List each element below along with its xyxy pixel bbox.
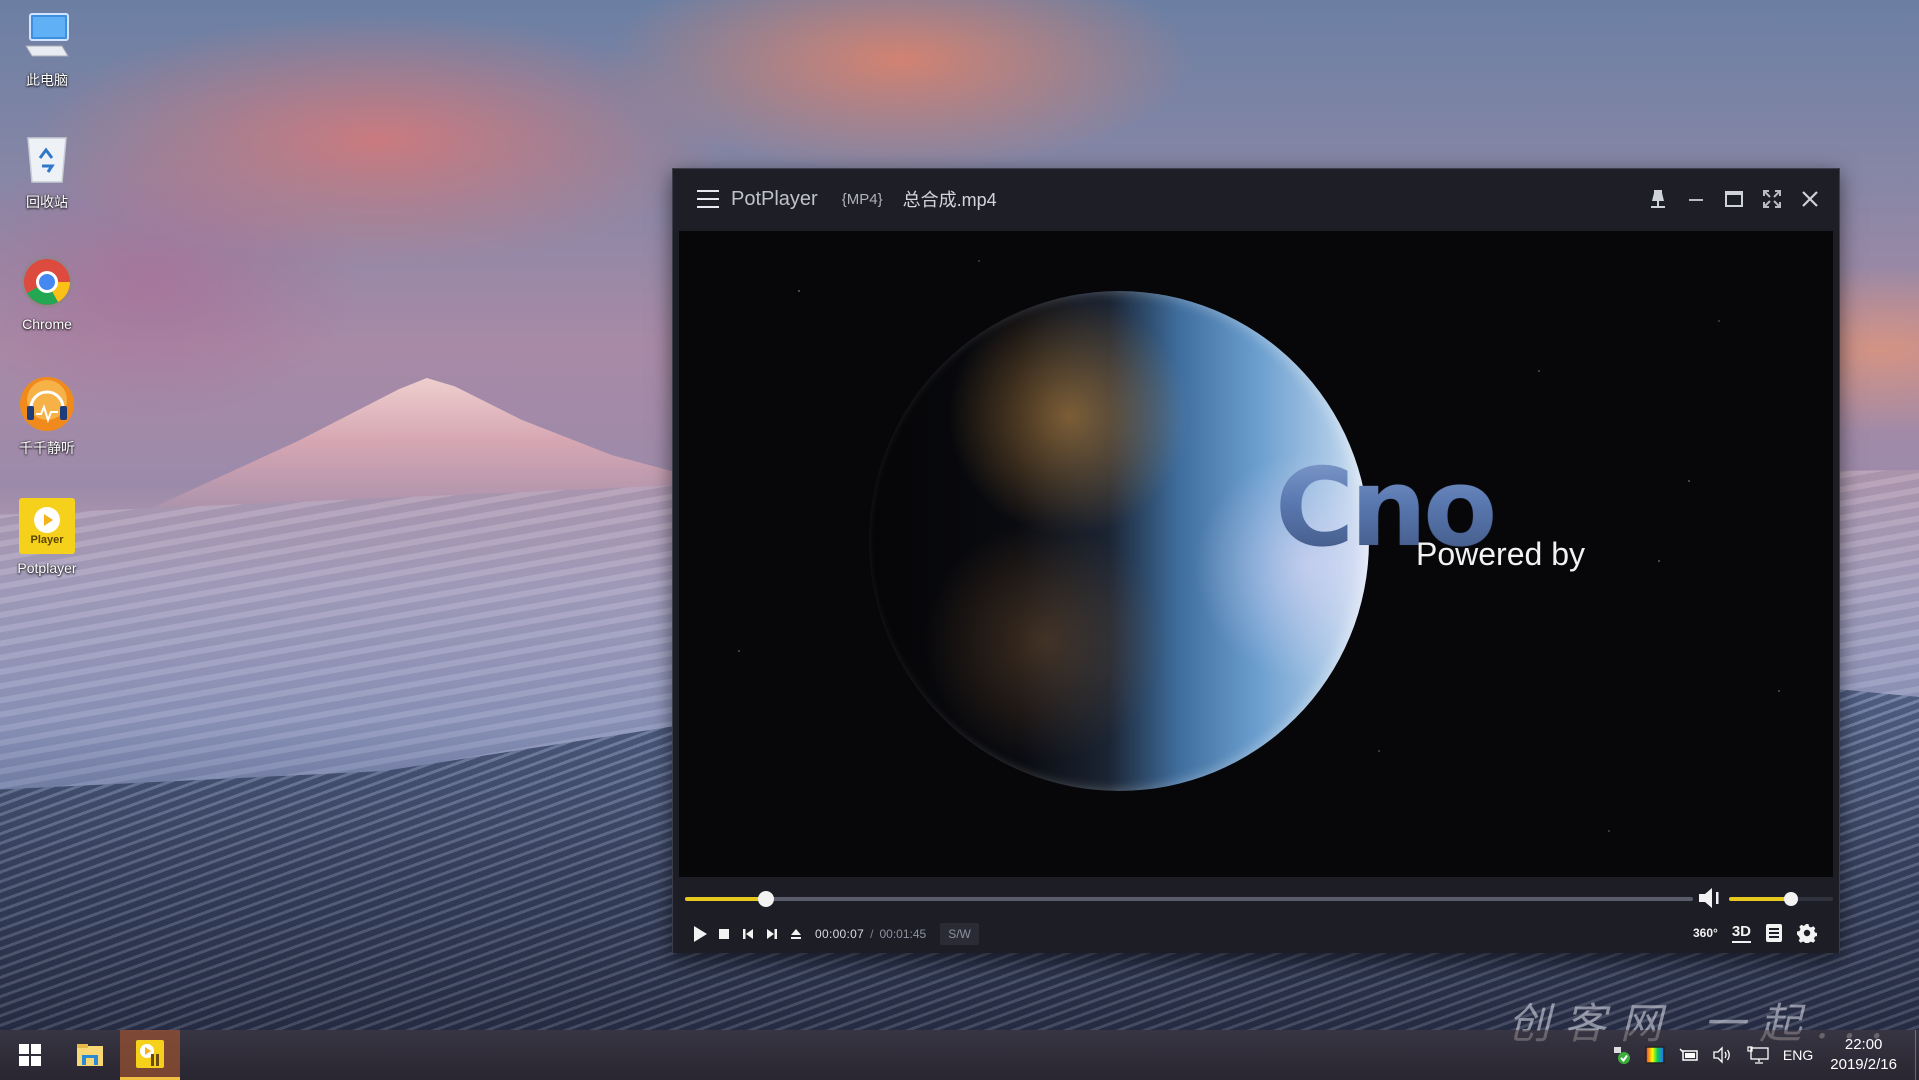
desktop-icon-label: 千千静听	[19, 440, 75, 456]
video-area[interactable]: Cno Powered by	[679, 231, 1833, 877]
speaker-icon	[1699, 888, 1719, 908]
potplayer-icon-text: Player	[30, 534, 64, 546]
title-bar[interactable]: PotPlayer {MP4} 总合成.mp4	[673, 169, 1839, 229]
fullscreen-icon	[1763, 190, 1781, 208]
pin-button[interactable]	[1639, 179, 1677, 219]
next-icon	[767, 929, 777, 939]
desktop-icon-label: Chrome	[22, 316, 72, 332]
folder-icon	[77, 1044, 103, 1066]
vr-360-label: 360°	[1692, 926, 1718, 940]
desktop-icon-this-pc[interactable]: 此电脑	[6, 8, 88, 90]
play-icon	[694, 926, 707, 942]
clock-date: 2019/2/16	[1830, 1056, 1897, 1073]
recycle-bin-icon	[19, 130, 75, 186]
menu-icon[interactable]	[697, 190, 719, 208]
minimize-button[interactable]	[1677, 179, 1715, 219]
previous-button[interactable]	[737, 923, 759, 945]
close-button[interactable]	[1791, 179, 1829, 219]
previous-icon	[743, 929, 753, 939]
vr-360-button[interactable]: 360°	[1693, 926, 1718, 940]
volume-handle[interactable]	[1784, 892, 1799, 906]
volume-tray-icon[interactable]	[1713, 1046, 1733, 1064]
taskbar-file-explorer[interactable]	[60, 1030, 120, 1080]
maximize-button[interactable]	[1715, 179, 1753, 219]
chrome-icon	[19, 254, 75, 310]
right-controls: 360° 3D	[1679, 919, 1817, 947]
minimize-icon	[1689, 199, 1703, 201]
seek-bar-handle[interactable]	[757, 891, 774, 907]
network-icon[interactable]	[1747, 1046, 1769, 1064]
desktop-icon-label: Potplayer	[17, 560, 77, 576]
volume-slider[interactable]	[1729, 892, 1833, 906]
show-desktop-button[interactable]	[1915, 1030, 1919, 1080]
taskbar: ENG 22:00 2019/2/16	[0, 1030, 1919, 1080]
control-bar: 00:00:07 / 00:01:45 S/W 360° 3D	[673, 877, 1839, 953]
playback-controls: 00:00:07 / 00:01:45 S/W	[689, 921, 979, 947]
desktop-icon-potplayer[interactable]: Player Potplayer	[6, 498, 88, 576]
file-format: {MP4}	[841, 190, 883, 208]
time-separator: /	[870, 927, 874, 941]
next-button[interactable]	[761, 923, 783, 945]
taskbar-potplayer[interactable]	[120, 1030, 180, 1080]
potplayer-icon: Player	[19, 498, 75, 554]
desktop-icon-ttplayer[interactable]: 千千静听	[6, 376, 88, 458]
app-name: PotPlayer	[731, 187, 818, 210]
potplayer-taskbar-icon	[136, 1039, 164, 1068]
decoder-badge[interactable]: S/W	[940, 923, 979, 945]
potplayer-window: PotPlayer {MP4} 总合成.mp4 Cno Powered by 0…	[672, 168, 1840, 953]
file-name: 总合成.mp4	[902, 190, 997, 210]
open-file-button[interactable]	[785, 923, 807, 945]
seek-bar-progress	[685, 897, 766, 901]
desktop-icon-recycle-bin[interactable]: 回收站	[6, 130, 88, 212]
3d-button[interactable]: 3D	[1731, 922, 1751, 943]
close-icon	[1802, 191, 1818, 207]
stop-icon	[719, 929, 729, 939]
eject-icon	[791, 929, 801, 939]
start-button[interactable]	[0, 1030, 60, 1080]
current-time: 00:00:07	[815, 927, 865, 941]
windows-icon	[19, 1044, 41, 1066]
security-tray-icon[interactable]	[1613, 1046, 1631, 1064]
ttplayer-icon	[19, 376, 75, 432]
stop-button[interactable]	[713, 923, 735, 945]
seek-bar[interactable]	[685, 891, 1693, 907]
maximize-icon	[1725, 191, 1743, 207]
clock[interactable]: 22:00 2019/2/16	[1830, 1035, 1897, 1075]
computer-icon	[19, 8, 75, 64]
desktop-icon-chrome[interactable]: Chrome	[6, 254, 88, 332]
desktop-icon-label: 回收站	[26, 194, 68, 210]
playlist-icon	[1766, 924, 1782, 942]
3d-label: 3D	[1731, 922, 1751, 940]
volume-level	[1729, 897, 1792, 901]
window-controls	[1639, 169, 1829, 229]
desktop-icon-label: 此电脑	[26, 72, 68, 88]
pin-icon	[1651, 190, 1665, 208]
video-subtitle-text: Powered by	[1416, 536, 1585, 572]
total-time: 00:01:45	[879, 927, 927, 941]
playlist-button[interactable]	[1765, 923, 1783, 943]
battery-icon[interactable]	[1679, 1047, 1699, 1063]
display-color-tray-icon[interactable]	[1645, 1046, 1665, 1064]
settings-button[interactable]	[1797, 923, 1817, 943]
input-language[interactable]: ENG	[1783, 1047, 1813, 1063]
gear-icon	[1797, 924, 1817, 943]
fullscreen-button[interactable]	[1753, 179, 1791, 219]
play-button[interactable]	[689, 923, 711, 945]
system-tray: ENG 22:00 2019/2/16	[1606, 1030, 1919, 1080]
volume-button[interactable]	[1697, 887, 1723, 909]
clock-time: 22:00	[1844, 1036, 1883, 1053]
